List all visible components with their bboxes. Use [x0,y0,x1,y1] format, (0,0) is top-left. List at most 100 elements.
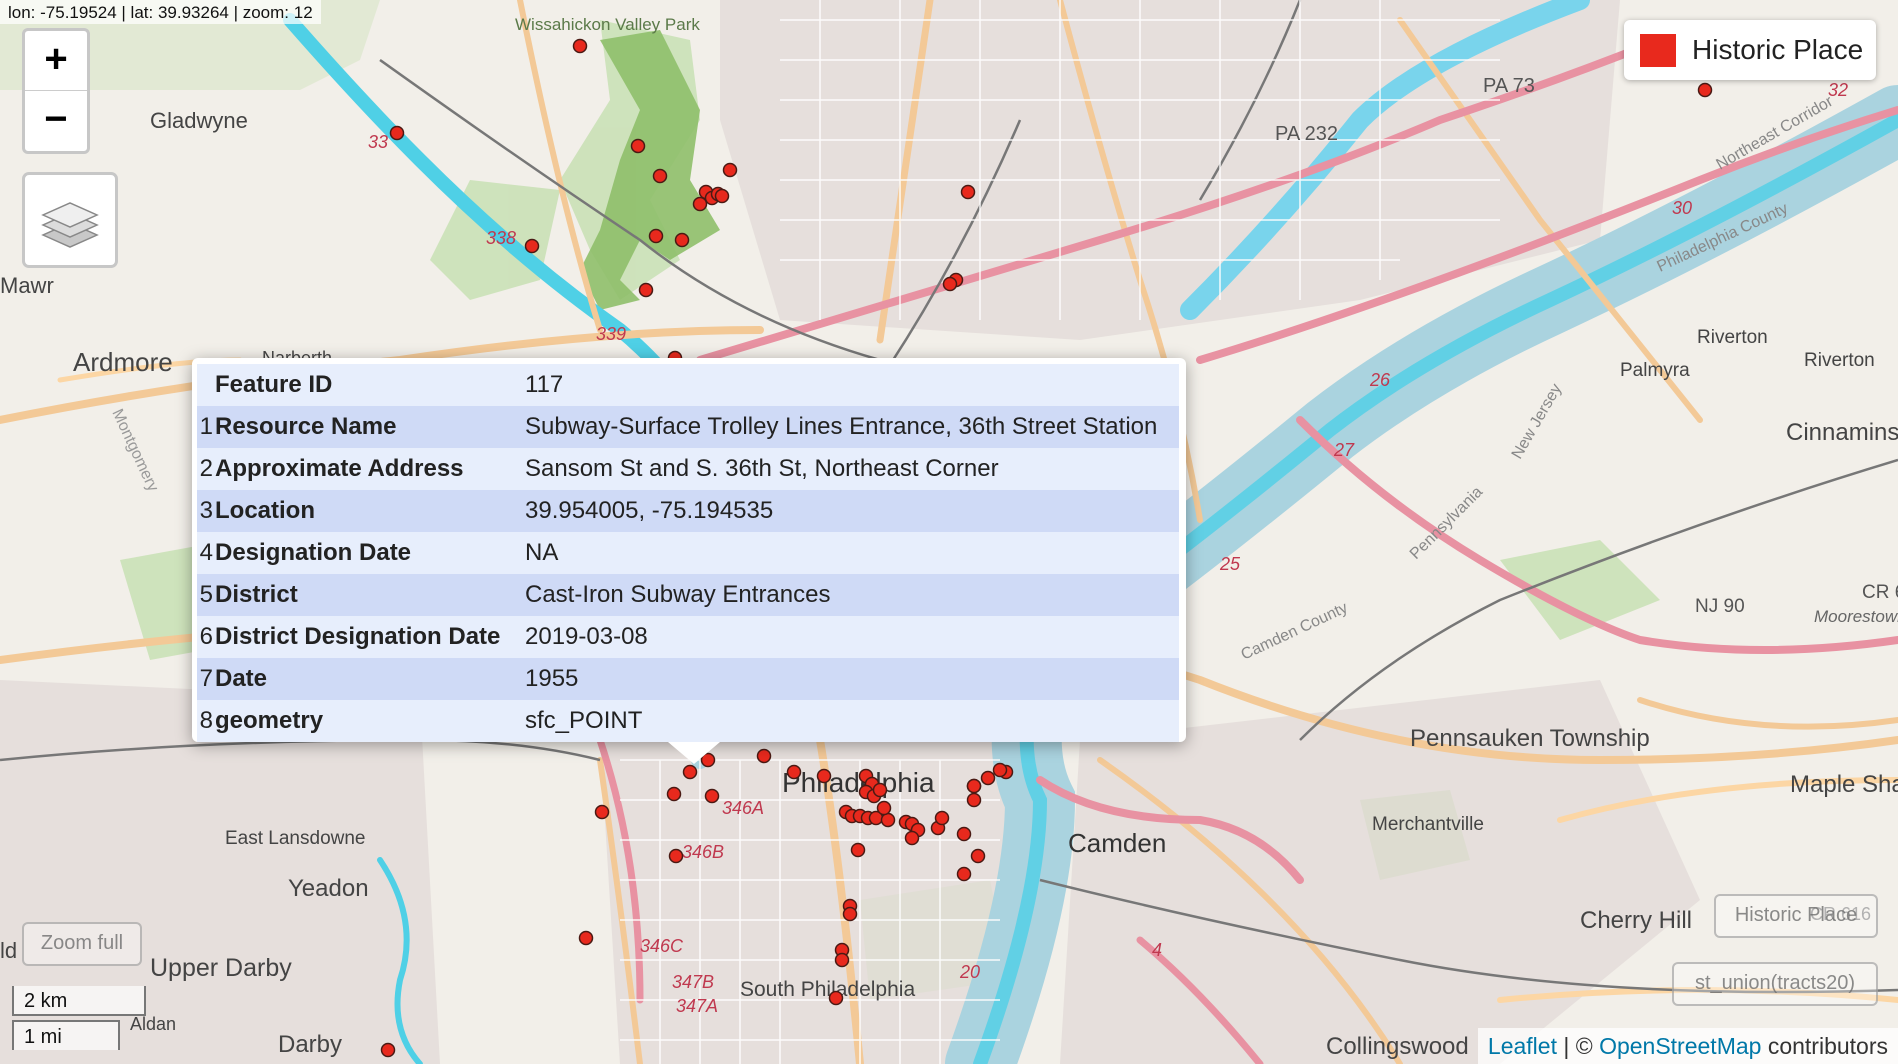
historic-place-marker[interactable] [970,848,986,864]
historic-place-marker[interactable] [704,788,720,804]
historic-place-marker[interactable] [1697,82,1713,98]
place-label: ld [0,938,17,963]
place-label: Merchantville [1372,814,1484,835]
zoom-in-button[interactable]: + [25,31,87,90]
historic-place-marker[interactable] [956,826,972,842]
historic-place-marker[interactable] [934,810,950,826]
attribute-value: Sansom St and S. 36th St, Northeast Corn… [525,448,1179,490]
table-row: 6 District Designation Date 2019-03-08 [197,616,1179,658]
place-label: Cinnaminson Township [1786,419,1898,446]
historic-place-marker[interactable] [960,184,976,200]
historic-place-marker[interactable] [834,952,850,968]
historic-place-marker[interactable] [904,830,920,846]
historic-place-marker[interactable] [714,188,730,204]
map-view[interactable]: Wissahickon Valley Park Gladwyne Mawr Ar… [0,0,1898,1064]
row-index: 2 [197,448,215,490]
attribute-value: Cast-Iron Subway Entrances [525,574,1179,616]
legend-swatch [1640,34,1676,67]
table-row: 3 Location 39.954005, -75.194535 [197,490,1179,532]
table-row: 1 Resource Name Subway-Surface Trolley L… [197,406,1179,448]
row-index: 4 [197,532,215,574]
st-union-layer-button[interactable]: st_union(tracts20) [1672,962,1878,1006]
historic-place-marker[interactable] [872,782,888,798]
place-label: Upper Darby [150,954,292,982]
zoom-out-button[interactable]: − [25,90,87,150]
historic-place-marker[interactable] [980,770,996,786]
historic-place-marker[interactable] [524,238,540,254]
attribute-name: Designation Date [215,532,525,574]
historic-place-marker[interactable] [674,232,690,248]
zoom-full-button[interactable]: Zoom full [22,922,142,966]
historic-place-marker[interactable] [652,168,668,184]
layers-control-button[interactable] [22,172,118,268]
historic-place-marker[interactable] [828,990,844,1006]
place-label: Palmyra [1620,360,1690,381]
map-attribution: Leaflet | © OpenStreetMap contributors [1477,1028,1898,1064]
route-label: CR 6 [1862,582,1898,603]
historic-place-marker[interactable] [756,748,772,764]
attribute-value: sfc_POINT [525,700,1179,742]
route-number: 346A [722,798,764,818]
historic-place-marker[interactable] [956,866,972,882]
historic-place-marker[interactable] [722,162,738,178]
place-label: Wissahickon Valley Park [515,15,700,34]
historic-place-marker[interactable] [594,804,610,820]
historic-place-marker[interactable] [648,228,664,244]
route-number: 32 [1828,80,1848,100]
place-label: Aldan [130,1014,176,1034]
historic-place-marker[interactable] [630,138,646,154]
historic-place-marker[interactable] [850,842,866,858]
osm-link[interactable]: OpenStreetMap [1599,1033,1761,1059]
historic-place-marker[interactable] [992,762,1008,778]
route-label: NJ 90 [1695,596,1745,617]
route-label: PA 232 [1275,123,1338,145]
historic-place-marker[interactable] [692,196,708,212]
place-label: Mawr [0,273,54,298]
scale-bar-km: 2 km [12,986,146,1016]
attribute-value: 39.954005, -75.194535 [525,490,1179,532]
historic-place-marker[interactable] [572,38,588,54]
row-index: 1 [197,406,215,448]
historic-place-marker[interactable] [668,848,684,864]
place-label: South Philadelphia [740,978,915,1001]
historic-place-layer-button[interactable]: Historic Place [1714,894,1878,938]
place-label: Maple Shade [1790,771,1898,798]
table-header-row: Feature ID 117 [197,364,1179,406]
row-index: 8 [197,700,215,742]
historic-place-marker[interactable] [786,764,802,780]
table-row: 2 Approximate Address Sansom St and S. 3… [197,448,1179,490]
historic-place-marker[interactable] [876,800,892,816]
attribute-name: District [215,574,525,616]
place-label: Collingswood [1326,1033,1469,1060]
route-number: 346C [640,936,684,956]
place-label: Cherry Hill [1580,907,1692,934]
attribute-value: 2019-03-08 [525,616,1179,658]
historic-place-marker[interactable] [966,778,982,794]
place-label: Moorestown Industrial Commons [1814,607,1898,626]
table-row: 4 Designation Date NA [197,532,1179,574]
leaflet-link[interactable]: Leaflet [1488,1033,1557,1059]
historic-place-marker[interactable] [638,282,654,298]
attribute-name: Feature ID [215,364,525,406]
place-label: Yeadon [288,875,369,902]
legend-label: Historic Place [1692,34,1864,65]
historic-place-marker[interactable] [816,768,832,784]
historic-place-marker[interactable] [966,792,982,808]
historic-place-marker[interactable] [682,764,698,780]
attribute-name: Resource Name [215,406,525,448]
attribute-value: Subway-Surface Trolley Lines Entrance, 3… [525,406,1179,448]
place-label: Darby [278,1031,342,1058]
attribute-name: Date [215,658,525,700]
historic-place-marker[interactable] [380,1042,396,1058]
place-label: Riverton [1804,350,1875,371]
historic-place-marker[interactable] [666,786,682,802]
route-label: PA 73 [1483,75,1535,97]
route-number: 347B [672,972,714,992]
row-index: 7 [197,658,215,700]
historic-place-marker[interactable] [942,276,958,292]
zoom-control: + − [22,28,90,154]
historic-place-marker[interactable] [389,125,405,141]
historic-place-marker[interactable] [842,906,858,922]
historic-place-marker[interactable] [880,812,896,828]
historic-place-marker[interactable] [578,930,594,946]
